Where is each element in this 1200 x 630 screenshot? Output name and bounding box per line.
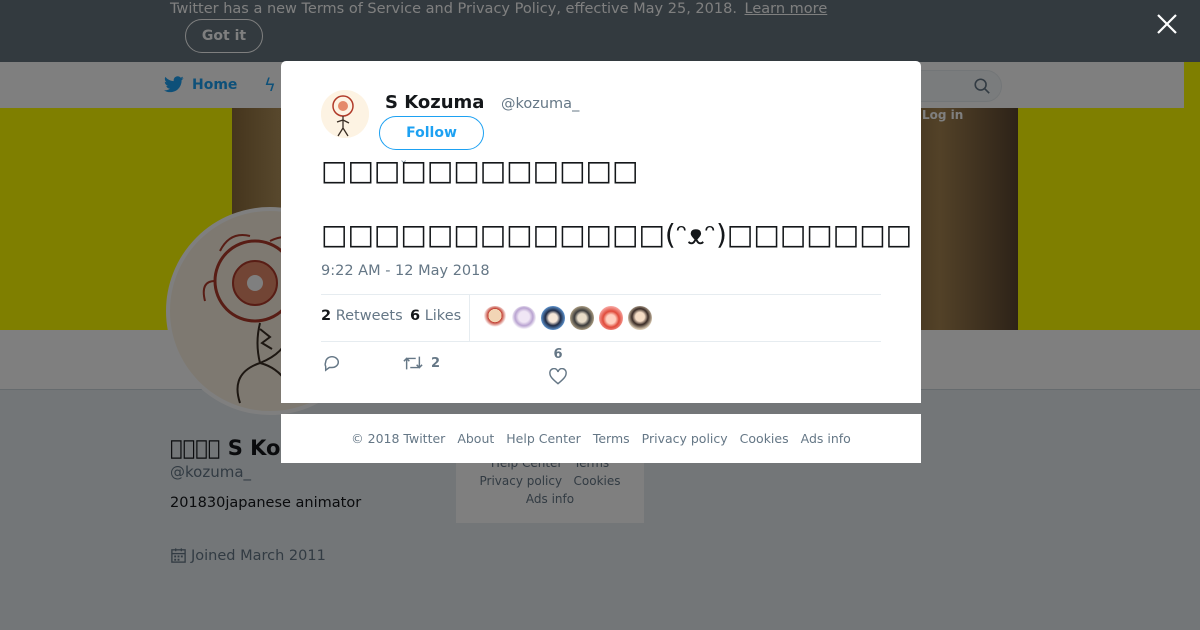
liker-avatar[interactable] — [512, 306, 536, 330]
footer-privacy-link[interactable]: Privacy policy — [642, 431, 728, 446]
follow-button[interactable]: Follow — [379, 116, 484, 150]
like-button[interactable]: 6 — [549, 347, 567, 385]
footer-terms-link[interactable]: Terms — [593, 431, 630, 446]
tweet-author-handle[interactable]: @kozuma_ — [501, 96, 579, 112]
author-avatar-drawing — [321, 90, 369, 138]
close-icon[interactable] — [1155, 12, 1179, 36]
liker-avatar[interactable] — [599, 306, 623, 330]
retweets-stat[interactable]: 2 Retweets — [321, 308, 403, 324]
liker-avatar[interactable] — [628, 306, 652, 330]
tweet-text-line2: □□□□□□□□□□□□□(ᵔᴥᵔ)□□□□□□□ — [321, 218, 913, 251]
heart-icon — [549, 368, 567, 385]
retweets-label: Retweets — [335, 308, 403, 324]
retweet-icon — [403, 356, 423, 370]
tweet-author-avatar[interactable] — [321, 90, 369, 138]
likes-label: Likes — [424, 308, 462, 324]
retweet-button[interactable]: 2 — [403, 354, 440, 372]
tweet-stats: 2 Retweets 6 Likes — [321, 294, 881, 342]
footer-about-link[interactable]: About — [457, 431, 494, 446]
liker-avatar[interactable] — [570, 306, 594, 330]
modal-footer: © 2018 Twitter About Help Center Terms P… — [281, 414, 921, 463]
reply-button[interactable] — [323, 354, 341, 372]
tweet-actions: 2 6 — [321, 347, 621, 401]
like-action-count: 6 — [553, 347, 563, 362]
stats-divider — [469, 295, 470, 342]
retweet-action-count: 2 — [431, 355, 441, 371]
reply-icon — [324, 355, 340, 372]
footer-ads-link[interactable]: Ads info — [801, 431, 851, 446]
likers-avatars — [483, 306, 652, 330]
footer-cookies-link[interactable]: Cookies — [740, 431, 789, 446]
tweet-text-line1: □□□□□□□□□□□□ — [321, 154, 639, 187]
footer-copyright: © 2018 Twitter — [351, 431, 446, 446]
tweet-modal: S Kozuma @kozuma_ Follow ⌄ □□□□□□□□□□□□ … — [281, 61, 921, 403]
footer-help-link[interactable]: Help Center — [506, 431, 581, 446]
liker-avatar[interactable] — [483, 306, 507, 330]
tweet-author-name[interactable]: S Kozuma — [385, 92, 484, 113]
tweet-timestamp[interactable]: 9:22 AM - 12 May 2018 — [321, 263, 490, 279]
likes-count: 6 — [410, 308, 421, 324]
retweets-count: 2 — [321, 308, 332, 324]
liker-avatar[interactable] — [541, 306, 565, 330]
likes-stat[interactable]: 6 Likes — [410, 308, 461, 324]
